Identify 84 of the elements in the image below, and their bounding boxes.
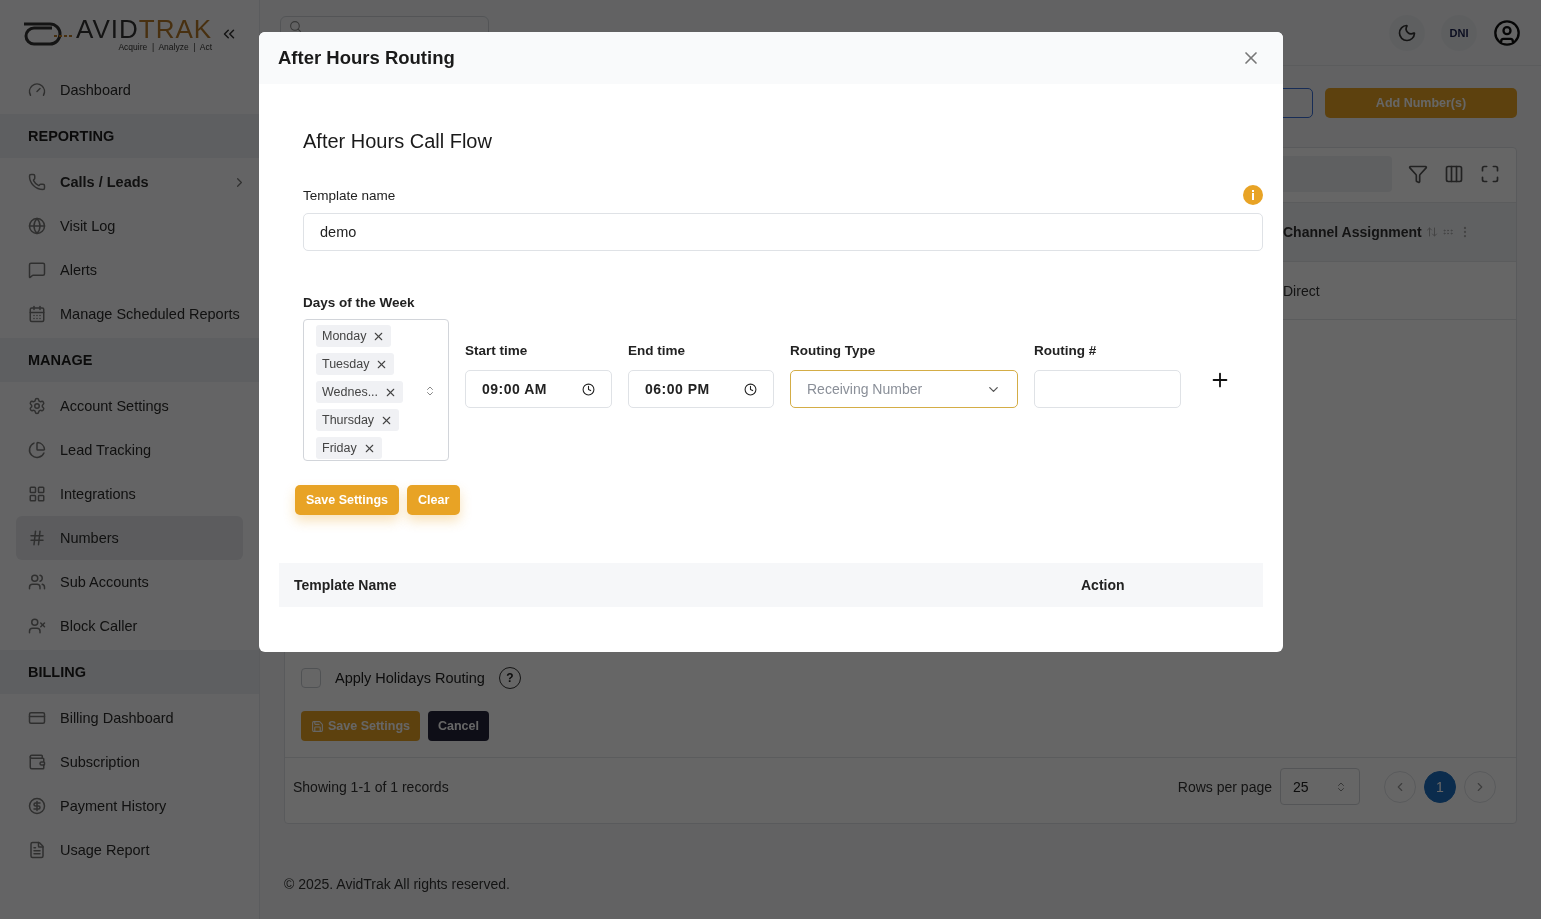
field-label: Routing # <box>1034 343 1098 358</box>
day-chip[interactable]: Friday <box>316 437 382 459</box>
cancel-button[interactable]: Cancel <box>428 711 489 741</box>
sidebar-item-icon <box>28 441 46 459</box>
sidebar-item[interactable]: Account Settings <box>0 384 259 428</box>
copyright-text: © 2025. AvidTrak All rights reserved. <box>283 875 511 892</box>
field-label: Template name <box>303 187 396 203</box>
updown-icon <box>1335 780 1347 793</box>
sidebar-item[interactable]: Usage Report <box>0 828 259 872</box>
updown-icon <box>424 385 436 397</box>
sidebar-item-icon <box>28 485 46 503</box>
profile-icon[interactable] <box>1493 18 1521 47</box>
sort-icon[interactable] <box>1425 226 1438 238</box>
clear-button[interactable]: Clear <box>407 485 461 515</box>
sidebar-item-icon <box>28 261 46 279</box>
day-chip[interactable]: Monday <box>316 325 392 347</box>
drag-icon[interactable] <box>1441 226 1454 238</box>
template-name-field[interactable]: demo <box>303 213 1263 251</box>
sidebar-item[interactable]: Manage Scheduled Reports <box>0 292 259 336</box>
checkbox-label: Apply Holidays Routing <box>335 670 485 686</box>
column-header[interactable]: Channel Assignment <box>1283 224 1422 240</box>
fullscreen-icon[interactable] <box>1480 164 1500 184</box>
sidebar-item-icon <box>28 709 46 727</box>
dni-badge[interactable]: DNI <box>1441 14 1477 51</box>
sidebar-item[interactable]: Alerts <box>0 248 259 292</box>
info-icon[interactable] <box>1243 185 1263 205</box>
columns-icon[interactable] <box>1444 164 1464 184</box>
sidebar-item-icon <box>28 573 46 591</box>
sidebar-section-title: MANAGE <box>0 338 259 382</box>
sidebar-section-title: REPORTING <box>0 114 259 158</box>
sidebar-item-icon <box>28 305 46 323</box>
sidebar-item[interactable]: Calls / Leads <box>0 160 259 204</box>
add-numbers-button[interactable]: Add Number(s) <box>1325 88 1517 118</box>
start-time-field[interactable]: 09:00 AM <box>465 370 612 408</box>
sidebar-item[interactable]: Lead Tracking <box>0 428 259 472</box>
sidebar-section-title: BILLING <box>0 650 259 694</box>
clock-icon <box>744 382 757 396</box>
column-header: Template Name <box>294 577 398 593</box>
moon-icon <box>1397 22 1417 43</box>
routing-type-select[interactable]: Receiving Number <box>790 370 1018 408</box>
sidebar-item-icon <box>28 617 46 635</box>
sidebar-item[interactable]: Billing Dashboard <box>0 696 259 740</box>
theme-toggle[interactable] <box>1389 14 1425 51</box>
sidebar-item[interactable]: Payment History <box>0 784 259 828</box>
day-chip[interactable]: Tuesday <box>316 353 395 375</box>
clock-icon <box>582 382 595 396</box>
sidebar-item-icon <box>28 81 46 99</box>
logo: AVIDTRAK Acquire | Analyze | Act <box>20 16 213 52</box>
sidebar-item[interactable]: Block Caller <box>0 604 259 648</box>
sidebar-item-icon <box>28 529 46 547</box>
dialog-title: After Hours Routing <box>278 47 455 69</box>
page-button[interactable]: 1 <box>1424 770 1456 803</box>
sidebar-item-icon <box>28 841 46 859</box>
sidebar-item-icon <box>28 397 46 415</box>
field-label: Start time <box>465 343 529 358</box>
section-heading: After Hours Call Flow <box>303 130 493 153</box>
sidebar-item[interactable]: Subscription <box>0 740 259 784</box>
sidebar-item[interactable]: Numbers <box>16 516 243 560</box>
save-icon <box>311 719 324 733</box>
rows-per-page-label: Rows per page <box>1177 778 1272 795</box>
save-settings-button[interactable]: Save Settings <box>301 711 420 741</box>
sidebar-item-icon <box>28 173 46 191</box>
field-label: Routing Type <box>790 343 877 358</box>
sidebar-item-icon <box>28 217 46 235</box>
search-icon <box>289 19 302 33</box>
routing-number-field[interactable] <box>1034 370 1181 408</box>
sidebar-item[interactable]: Sub Accounts <box>0 560 259 604</box>
sidebar-item[interactable]: Dashboard <box>0 68 259 112</box>
day-chip[interactable]: Wednes... <box>316 381 404 403</box>
records-summary: Showing 1-1 of 1 records <box>293 778 449 795</box>
sidebar-item[interactable]: Visit Log <box>0 204 259 248</box>
save-settings-button[interactable]: Save Settings <box>295 485 399 515</box>
filter-icon[interactable] <box>1408 164 1428 184</box>
sidebar-item-icon <box>28 797 46 815</box>
end-time-field[interactable]: 06:00 PM <box>628 370 774 408</box>
field-label: Days of the Week <box>303 295 415 310</box>
column-header: Action <box>1081 577 1126 593</box>
table-cell-text: Direct <box>1283 282 1321 299</box>
field-label: End time <box>628 343 686 358</box>
sidebar-item-icon <box>28 753 46 771</box>
rows-per-page-select[interactable]: 25 <box>1280 768 1360 805</box>
sidebar-item[interactable]: Integrations <box>0 472 259 516</box>
day-chip[interactable]: Thursday <box>316 409 400 431</box>
days-select[interactable]: Monday Tuesday Wednes... Thursday Friday <box>303 319 449 461</box>
